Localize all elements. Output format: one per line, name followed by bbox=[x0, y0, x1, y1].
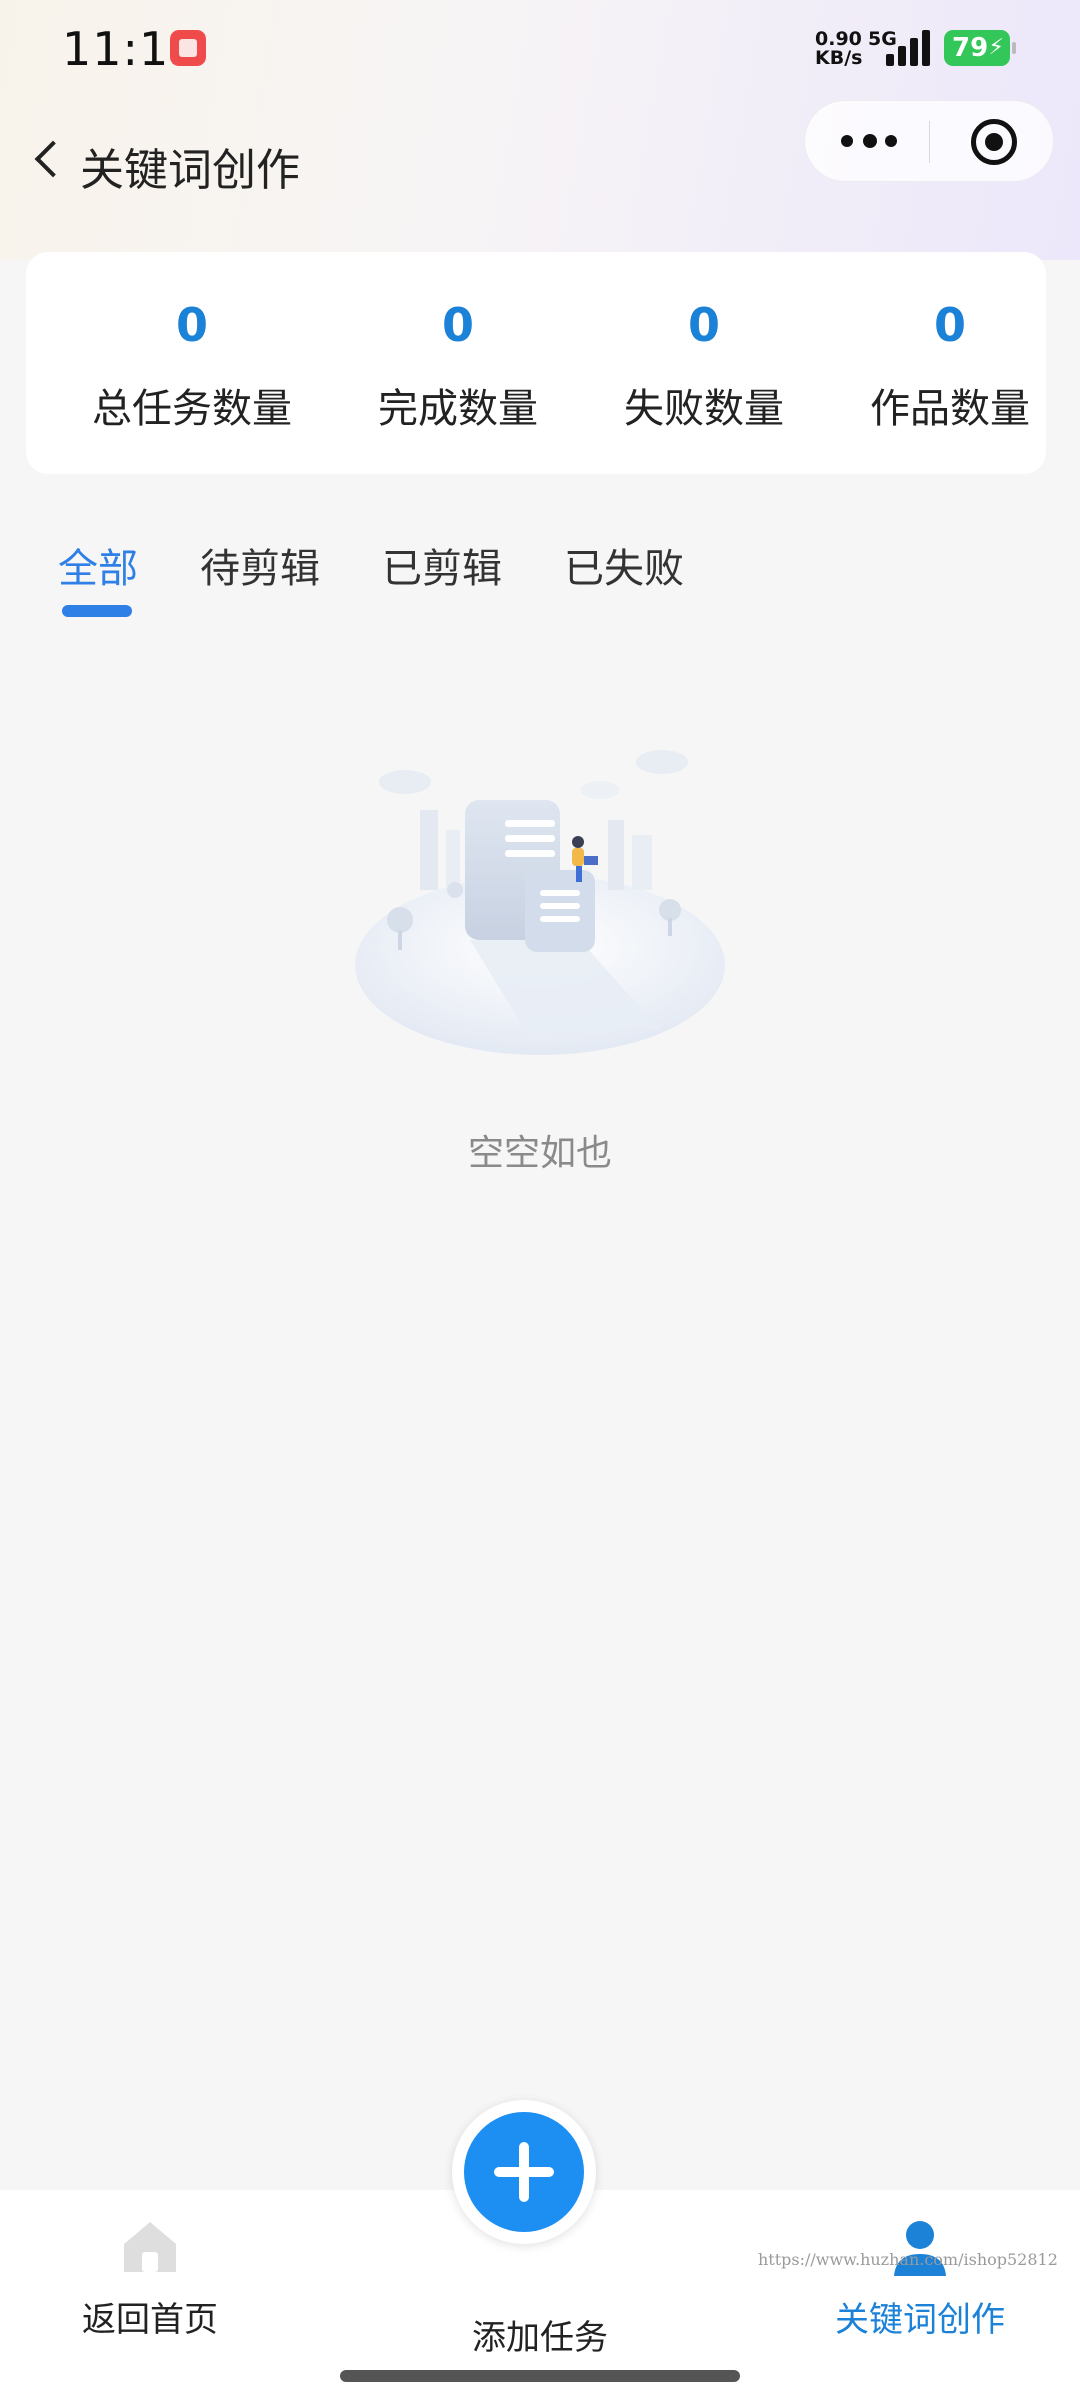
stat-value: 0 bbox=[687, 298, 720, 352]
mini-program-capsule bbox=[804, 100, 1054, 182]
tab-add-task-label[interactable]: 添加任务 bbox=[420, 2310, 660, 2360]
home-icon bbox=[124, 2222, 176, 2272]
add-task-button[interactable] bbox=[464, 2112, 584, 2232]
tab-all[interactable]: 全部 bbox=[58, 536, 138, 594]
page-title: 关键词创作 bbox=[80, 145, 300, 196]
tab-keyword-creation[interactable]: 关键词创作 bbox=[810, 2220, 1030, 2360]
stat-value: 0 bbox=[933, 298, 966, 352]
stats-card: 0 总任务数量 0 完成数量 0 失败数量 0 作品数量 bbox=[26, 252, 1046, 474]
tab-edited[interactable]: 已剪辑 bbox=[382, 536, 502, 594]
network-speed: 0.90 KB/s bbox=[815, 30, 862, 68]
stat-value: 0 bbox=[175, 298, 208, 352]
stat-completed: 0 完成数量 bbox=[338, 252, 578, 474]
charging-icon: ⚡ bbox=[988, 35, 1004, 60]
tab-failed[interactable]: 已失败 bbox=[564, 536, 684, 594]
stat-label: 失败数量 bbox=[624, 386, 784, 432]
back-icon[interactable] bbox=[34, 140, 72, 178]
app-notification-icon bbox=[170, 30, 206, 66]
capsule-divider bbox=[929, 121, 930, 163]
battery-level: 79 bbox=[952, 33, 989, 63]
tab-home[interactable]: 返回首页 bbox=[60, 2220, 240, 2360]
close-target-icon[interactable] bbox=[971, 119, 1017, 165]
home-indicator bbox=[340, 2370, 740, 2382]
network-speed-unit: KB/s bbox=[815, 47, 863, 69]
status-bar: 11:13 0.90 KB/s 5G 79 ⚡ bbox=[0, 0, 1080, 100]
tab-pending-edit[interactable]: 待剪辑 bbox=[200, 536, 320, 594]
stat-total-tasks: 0 总任务数量 bbox=[72, 252, 312, 474]
signal-icon bbox=[878, 30, 930, 66]
tab-keyword-label: 关键词创作 bbox=[835, 2300, 1005, 2340]
empty-state-text: 空空如也 bbox=[467, 1133, 612, 1174]
active-tab-indicator bbox=[62, 605, 132, 617]
battery-icon: 79 ⚡ bbox=[944, 30, 1016, 66]
stat-value: 0 bbox=[441, 298, 474, 352]
watermark: https://www.huzhan.com/ishop52812 bbox=[758, 2250, 1058, 2269]
stat-failed: 0 失败数量 bbox=[584, 252, 824, 474]
filter-tabs: 全部 待剪辑 已剪辑 已失败 bbox=[0, 536, 1080, 616]
stat-label: 完成数量 bbox=[378, 386, 538, 432]
stat-label: 作品数量 bbox=[870, 386, 1030, 432]
empty-state-illustration bbox=[355, 750, 725, 1055]
more-icon[interactable] bbox=[841, 134, 897, 149]
stat-works: 0 作品数量 bbox=[830, 252, 1070, 474]
tab-home-label: 返回首页 bbox=[82, 2300, 218, 2340]
stat-label: 总任务数量 bbox=[92, 386, 292, 432]
add-task-button-ring bbox=[452, 2100, 596, 2244]
